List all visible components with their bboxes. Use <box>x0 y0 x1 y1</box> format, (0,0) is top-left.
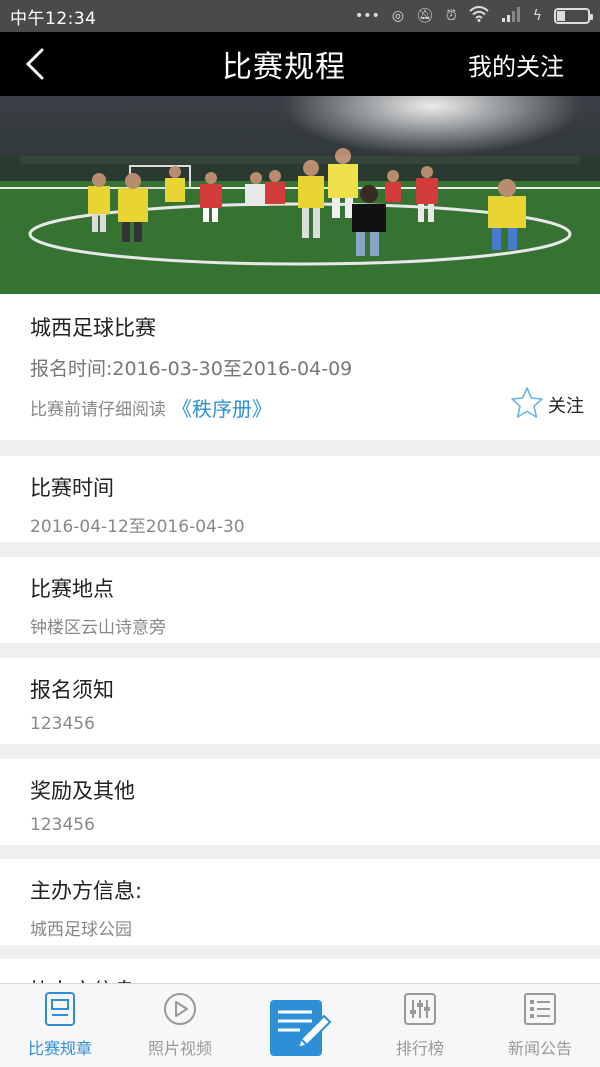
nav-news[interactable]: 新闻公告 <box>480 984 600 1067</box>
nav-compose[interactable] <box>240 984 360 1067</box>
back-button[interactable] <box>0 32 70 96</box>
section-rewards: 奖励及其他 123456 <box>0 759 600 845</box>
section-match-venue: 比赛地点 钟楼区云山诗意旁 <box>0 557 600 643</box>
read-prompt-row: 比赛前请仔细阅读 《秩序册》 <box>30 393 570 422</box>
play-icon <box>160 989 200 1029</box>
follow-button[interactable]: 关注 <box>510 386 584 424</box>
section-match-time: 比赛时间 2016-04-12至2016-04-30 <box>0 456 600 542</box>
section-label: 主办方信息: <box>30 879 143 903</box>
read-prompt-text: 比赛前请仔细阅读 <box>30 400 166 420</box>
event-info-card: 城西足球比赛 报名时间:2016-03-30至2016-04-09 比赛前请仔细… <box>0 294 600 440</box>
data-icon: ◎ <box>391 8 405 24</box>
section-label: 比赛地点 <box>30 577 114 601</box>
section-value: 城西足球公园 <box>30 920 132 940</box>
event-name: 城西足球比赛 <box>30 316 156 340</box>
section-signup-notice: 报名须知 123456 <box>0 658 600 744</box>
battery-icon <box>554 8 593 24</box>
section-label: 报名须知 <box>30 678 114 702</box>
section-value: 钟楼区云山诗意旁 <box>30 618 166 638</box>
mute-icon: 🔕︎ <box>416 8 434 24</box>
nav-photos-videos[interactable]: 照片视频 <box>120 984 240 1067</box>
signup-time: 报名时间:2016-03-30至2016-04-09 <box>30 358 353 380</box>
follow-label: 关注 <box>548 396 584 417</box>
nav-label: 排行榜 <box>395 1039 444 1058</box>
page-title: 比赛规程 <box>222 50 346 85</box>
nav-label: 照片视频 <box>147 1039 212 1058</box>
section-label: 奖励及其他 <box>30 779 135 803</box>
nav-label: 比赛规章 <box>27 1039 92 1058</box>
event-banner-image <box>0 96 600 294</box>
section-organizer: 主办方信息: 城西足球公园 <box>0 859 600 945</box>
nav-rules[interactable]: 比赛规章 <box>0 984 120 1067</box>
rules-icon <box>40 989 80 1029</box>
section-value: 2016-04-12至2016-04-30 <box>30 517 245 537</box>
nav-label: 新闻公告 <box>507 1039 572 1058</box>
dots-icon: ••• <box>355 8 380 24</box>
chevron-left-icon <box>25 48 44 80</box>
wifi-icon <box>469 6 489 26</box>
charging-icon: ϟ <box>532 8 542 24</box>
nav-ranking[interactable]: 排行榜 <box>360 984 480 1067</box>
news-list-icon <box>520 989 560 1029</box>
rules-book-link[interactable]: 《秩序册》 <box>172 393 272 422</box>
star-icon <box>510 386 544 424</box>
section-value: 123456 <box>30 714 95 734</box>
my-follows-button[interactable]: 我的关注 <box>468 47 600 82</box>
status-time: 中午12:34 <box>10 8 97 29</box>
status-bar: 中午12:34 ••• ◎ 🔕︎ ⏰︎ ϟ <box>0 0 600 32</box>
section-label: 比赛时间 <box>30 476 114 500</box>
alarm-icon: ⏰︎ <box>445 8 457 24</box>
status-icons: ••• ◎ 🔕︎ ⏰︎ ϟ <box>355 6 593 26</box>
ranking-icon <box>400 989 440 1029</box>
signal-icon <box>501 6 521 26</box>
bottom-nav: 比赛规章 照片视频 排行榜 新闻公告 <box>0 983 600 1067</box>
section-value: 123456 <box>30 815 95 835</box>
edit-note-icon <box>268 996 332 1060</box>
app-header: 比赛规程 我的关注 <box>0 32 600 96</box>
